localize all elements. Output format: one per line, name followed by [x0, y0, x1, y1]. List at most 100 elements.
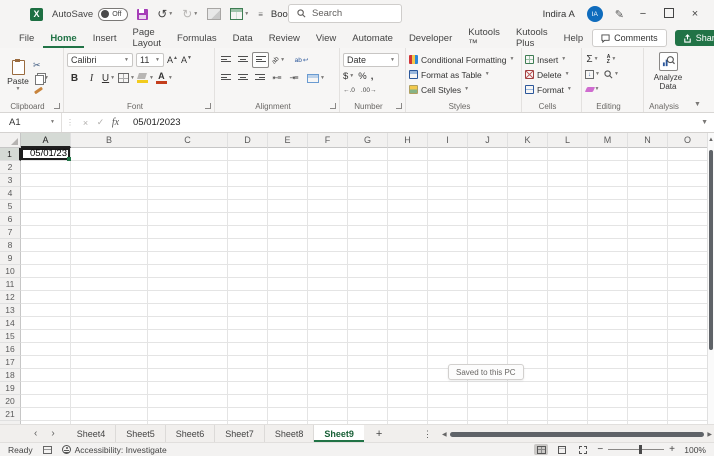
shrink-font-button[interactable]: A▼ — [181, 55, 192, 65]
tab-automate[interactable]: Automate — [345, 28, 400, 48]
cell-H10[interactable] — [388, 265, 428, 278]
row-header-7[interactable]: 7 — [0, 226, 21, 239]
align-right-button[interactable] — [252, 71, 267, 85]
cell-M18[interactable] — [588, 369, 628, 382]
cell-A18[interactable] — [21, 369, 71, 382]
cell-N17[interactable] — [628, 356, 668, 369]
cell-B18[interactable] — [71, 369, 148, 382]
cell-K12[interactable] — [508, 291, 548, 304]
cell-J8[interactable] — [468, 239, 508, 252]
cell-N11[interactable] — [628, 278, 668, 291]
cell-I3[interactable] — [428, 174, 468, 187]
cell-F5[interactable] — [308, 200, 348, 213]
cell-D2[interactable] — [228, 161, 268, 174]
italic-button[interactable]: I — [84, 71, 99, 85]
cell-N4[interactable] — [628, 187, 668, 200]
cell-B10[interactable] — [71, 265, 148, 278]
cell-G11[interactable] — [348, 278, 388, 291]
cell-M19[interactable] — [588, 382, 628, 395]
cell-F4[interactable] — [308, 187, 348, 200]
zoom-slider-thumb[interactable] — [639, 445, 642, 454]
row-header-20[interactable]: 20 — [0, 395, 21, 408]
cell-I5[interactable] — [428, 200, 468, 213]
cell-O9[interactable] — [668, 252, 708, 265]
cell-J3[interactable] — [468, 174, 508, 187]
cell-A15[interactable] — [21, 330, 71, 343]
cell-A17[interactable] — [21, 356, 71, 369]
cell-E6[interactable] — [268, 213, 308, 226]
comma-style-button[interactable]: , — [371, 71, 374, 82]
cell-G19[interactable] — [348, 382, 388, 395]
cell-I9[interactable] — [428, 252, 468, 265]
expand-formula-bar-icon[interactable]: ▼ — [701, 119, 714, 126]
cell-F12[interactable] — [308, 291, 348, 304]
row-header-4[interactable]: 4 — [0, 187, 21, 200]
cell-E10[interactable] — [268, 265, 308, 278]
cell-A19[interactable] — [21, 382, 71, 395]
cell-E20[interactable] — [268, 395, 308, 408]
number-format-select[interactable]: Date▼ — [343, 53, 399, 67]
tab-insert[interactable]: Insert — [86, 28, 124, 48]
cell-D16[interactable] — [228, 343, 268, 356]
cell-G14[interactable] — [348, 317, 388, 330]
close-button[interactable]: × — [688, 8, 702, 20]
cell-K8[interactable] — [508, 239, 548, 252]
cell-K20[interactable] — [508, 395, 548, 408]
cell-O4[interactable] — [668, 187, 708, 200]
name-box[interactable]: A1▼ — [0, 113, 62, 132]
underline-button[interactable]: U▼ — [101, 71, 116, 85]
customize-qat-icon[interactable]: ≡ — [258, 10, 262, 19]
cell-O18[interactable] — [668, 369, 708, 382]
column-header-M[interactable]: M — [588, 133, 628, 148]
row-header-12[interactable]: 12 — [0, 291, 21, 304]
cell-G20[interactable] — [348, 395, 388, 408]
cell-D1[interactable] — [228, 148, 268, 161]
autosave-switch[interactable]: Off — [98, 8, 128, 21]
sheet-tab-sheet5[interactable]: Sheet5 — [116, 425, 166, 442]
cell-G4[interactable] — [348, 187, 388, 200]
cell-I16[interactable] — [428, 343, 468, 356]
cell-O5[interactable] — [668, 200, 708, 213]
cell-F11[interactable] — [308, 278, 348, 291]
new-sheet-button[interactable]: + — [364, 425, 394, 442]
increase-indent-button[interactable]: ⇥≡ — [286, 71, 301, 85]
cell-F16[interactable] — [308, 343, 348, 356]
cell-B20[interactable] — [71, 395, 148, 408]
cell-F18[interactable] — [308, 369, 348, 382]
cell-N6[interactable] — [628, 213, 668, 226]
cell-C8[interactable] — [148, 239, 228, 252]
row-header-19[interactable]: 19 — [0, 382, 21, 395]
cell-L5[interactable] — [548, 200, 588, 213]
cell-F21[interactable] — [308, 408, 348, 421]
cell-I2[interactable] — [428, 161, 468, 174]
cell-O19[interactable] — [668, 382, 708, 395]
cell-H16[interactable] — [388, 343, 428, 356]
align-left-button[interactable] — [218, 71, 233, 85]
cell-D19[interactable] — [228, 382, 268, 395]
cell-H12[interactable] — [388, 291, 428, 304]
cell-H20[interactable] — [388, 395, 428, 408]
cell-L15[interactable] — [548, 330, 588, 343]
cell-O8[interactable] — [668, 239, 708, 252]
cell-L10[interactable] — [548, 265, 588, 278]
cell-C19[interactable] — [148, 382, 228, 395]
cell-B7[interactable] — [71, 226, 148, 239]
cell-B12[interactable] — [71, 291, 148, 304]
cell-N9[interactable] — [628, 252, 668, 265]
tab-developer[interactable]: Developer — [402, 28, 459, 48]
cell-H2[interactable] — [388, 161, 428, 174]
chevron-down-icon[interactable]: ▼ — [595, 87, 600, 92]
cell-L3[interactable] — [548, 174, 588, 187]
cell-H19[interactable] — [388, 382, 428, 395]
cell-K13[interactable] — [508, 304, 548, 317]
cell-F17[interactable] — [308, 356, 348, 369]
alignment-dialog-launcher[interactable] — [330, 103, 336, 109]
cell-K10[interactable] — [508, 265, 548, 278]
cell-A20[interactable] — [21, 395, 71, 408]
cell-O1[interactable] — [668, 148, 708, 161]
chevron-down-icon[interactable]: ▼ — [149, 76, 154, 81]
row-header-16[interactable]: 16 — [0, 343, 21, 356]
cell-G3[interactable] — [348, 174, 388, 187]
share-button[interactable]: Share ▼ — [675, 30, 714, 46]
cell-E9[interactable] — [268, 252, 308, 265]
